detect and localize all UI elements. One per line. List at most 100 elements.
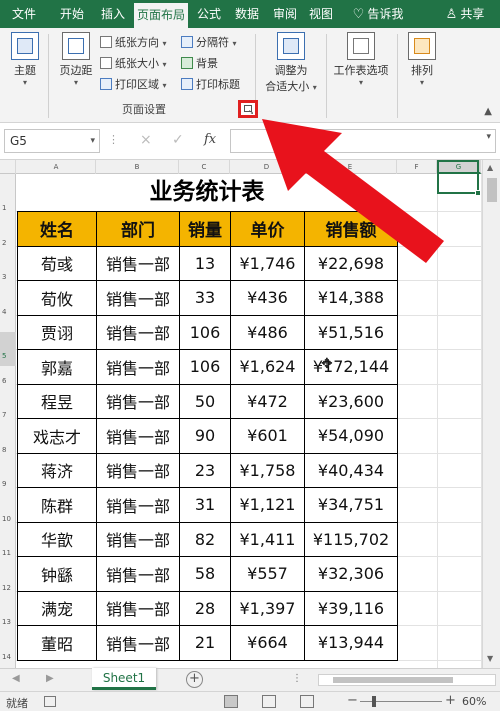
name-cell[interactable]: 陈群 xyxy=(17,487,97,523)
sales-amount-cell[interactable]: ¥32,306 xyxy=(304,556,398,592)
row-header[interactable]: 12 xyxy=(0,584,16,592)
tab-view[interactable]: 视图 xyxy=(304,0,338,28)
header-cell-quantity[interactable]: 销量 xyxy=(179,211,231,247)
column-header[interactable]: C xyxy=(179,160,230,174)
row-header[interactable]: 7 xyxy=(0,411,16,419)
vertical-scrollbar[interactable]: ▲ ▼ xyxy=(482,160,500,668)
sales-amount-cell[interactable]: ¥115,702 xyxy=(304,521,398,557)
department-cell[interactable]: 销售一部 xyxy=(96,383,180,419)
quantity-cell[interactable]: 33 xyxy=(179,280,231,316)
name-cell[interactable]: 董昭 xyxy=(17,625,97,661)
page-setup-dialog-launcher[interactable]: ↘ xyxy=(238,100,258,118)
scroll-down-icon[interactable]: ▼ xyxy=(487,654,493,663)
header-cell-unit-price[interactable]: 单价 xyxy=(230,211,305,247)
name-cell[interactable]: 满宠 xyxy=(17,590,97,626)
department-cell[interactable]: 销售一部 xyxy=(96,487,180,523)
scroll-up-icon[interactable]: ▲ xyxy=(487,163,493,172)
department-cell[interactable]: 销售一部 xyxy=(96,418,180,454)
tab-split-icon[interactable]: ⋮ xyxy=(292,673,302,684)
row-header[interactable]: 1 xyxy=(0,204,16,212)
print-titles-button[interactable]: 打印标题 xyxy=(181,76,240,94)
quantity-cell[interactable]: 50 xyxy=(179,383,231,419)
name-cell[interactable]: 贾诩 xyxy=(17,314,97,350)
unit-price-cell[interactable]: ¥1,121 xyxy=(230,487,305,523)
tab-home[interactable]: 开始 xyxy=(52,0,92,28)
name-cell[interactable]: 钟繇 xyxy=(17,556,97,592)
header-cell-sales-amount[interactable]: 销售额 xyxy=(304,211,398,247)
column-header[interactable]: E xyxy=(304,160,397,174)
tab-page-layout[interactable]: 页面布局 xyxy=(134,3,188,28)
page-layout-view-button[interactable] xyxy=(262,695,276,708)
share-button[interactable]: ♙ 共享 xyxy=(434,0,496,28)
quantity-cell[interactable]: 82 xyxy=(179,521,231,557)
scale-to-fit-button[interactable]: 调整为 合适大小 ▾ xyxy=(260,32,322,94)
name-cell[interactable]: 郭嘉 xyxy=(17,349,97,385)
hscroll-thumb[interactable] xyxy=(333,677,453,683)
department-cell[interactable]: 销售一部 xyxy=(96,245,180,281)
zoom-slider[interactable] xyxy=(360,696,442,707)
column-header[interactable]: A xyxy=(17,160,96,174)
unit-price-cell[interactable]: ¥1,758 xyxy=(230,452,305,488)
breaks-button[interactable]: 分隔符 ▾ xyxy=(181,34,237,52)
name-cell[interactable]: 华歆 xyxy=(17,521,97,557)
themes-button[interactable]: 主题 ▾ xyxy=(8,32,42,87)
name-cell[interactable]: 戏志才 xyxy=(17,418,97,454)
name-cell[interactable]: 程昱 xyxy=(17,383,97,419)
selected-cell-g5[interactable] xyxy=(437,160,481,196)
sheet-title-cell[interactable]: 业务统计表 xyxy=(17,174,397,211)
arrange-button[interactable]: 排列 ▾ xyxy=(402,32,442,87)
sales-amount-cell[interactable]: ¥22,698 xyxy=(304,245,398,281)
quantity-cell[interactable]: 106 xyxy=(179,314,231,350)
tab-review[interactable]: 审阅 xyxy=(268,0,302,28)
department-cell[interactable]: 销售一部 xyxy=(96,349,180,385)
header-cell-department[interactable]: 部门 xyxy=(96,211,180,247)
unit-price-cell[interactable]: ¥557 xyxy=(230,556,305,592)
row-header-selected[interactable]: 5 xyxy=(0,332,16,366)
row-header[interactable]: 3 xyxy=(0,273,16,281)
scroll-thumb[interactable] xyxy=(487,178,497,202)
column-header[interactable]: D xyxy=(230,160,304,174)
quantity-cell[interactable]: 90 xyxy=(179,418,231,454)
sales-amount-cell[interactable]: ¥51,516 xyxy=(304,314,398,350)
expand-formula-icon[interactable]: ▾ xyxy=(486,132,491,142)
orientation-button[interactable]: 纸张方向 ▾ xyxy=(100,34,167,52)
next-sheet-icon[interactable]: ▶ xyxy=(46,673,54,684)
unit-price-cell[interactable]: ¥1,397 xyxy=(230,590,305,626)
quantity-cell[interactable]: 106 xyxy=(179,349,231,385)
sales-amount-cell[interactable]: ¥40,434 xyxy=(304,452,398,488)
zoom-out-button[interactable]: − xyxy=(347,693,358,708)
sales-amount-cell[interactable]: ¥34,751 xyxy=(304,487,398,523)
sales-amount-cell[interactable]: ¥23,600 xyxy=(304,383,398,419)
page-break-preview-button[interactable] xyxy=(300,695,314,708)
row-header[interactable]: 8 xyxy=(0,446,16,454)
row-header[interactable]: 2 xyxy=(0,239,16,247)
normal-view-button[interactable] xyxy=(224,695,238,708)
unit-price-cell[interactable]: ¥436 xyxy=(230,280,305,316)
department-cell[interactable]: 销售一部 xyxy=(96,556,180,592)
quantity-cell[interactable]: 23 xyxy=(179,452,231,488)
horizontal-scrollbar[interactable] xyxy=(318,674,496,686)
tab-formulas[interactable]: 公式 xyxy=(192,0,226,28)
department-cell[interactable]: 销售一部 xyxy=(96,590,180,626)
tab-insert[interactable]: 插入 xyxy=(94,0,132,28)
department-cell[interactable]: 销售一部 xyxy=(96,280,180,316)
unit-price-cell[interactable]: ¥486 xyxy=(230,314,305,350)
sheet-tab-sheet1[interactable]: Sheet1 xyxy=(92,668,156,690)
row-header[interactable]: 11 xyxy=(0,549,16,557)
print-area-button[interactable]: 打印区域 ▾ xyxy=(100,76,167,94)
unit-price-cell[interactable]: ¥472 xyxy=(230,383,305,419)
background-button[interactable]: 背景 xyxy=(181,55,218,73)
sales-amount-cell[interactable]: ¥39,116 xyxy=(304,590,398,626)
quantity-cell[interactable]: 58 xyxy=(179,556,231,592)
sheet-options-button[interactable]: 工作表选项 ▾ xyxy=(330,32,392,87)
unit-price-cell[interactable]: ¥601 xyxy=(230,418,305,454)
tab-file[interactable]: 文件 xyxy=(2,0,46,28)
collapse-ribbon-icon[interactable]: ▲ xyxy=(484,106,492,117)
sales-amount-cell[interactable]: ¥13,944 xyxy=(304,625,398,661)
add-sheet-button[interactable]: + xyxy=(186,671,203,688)
size-button[interactable]: 纸张大小 ▾ xyxy=(100,55,167,73)
formula-input[interactable]: ▾ xyxy=(230,129,496,153)
row-header[interactable]: 4 xyxy=(0,308,16,316)
sales-amount-cell[interactable]: ¥54,090 xyxy=(304,418,398,454)
row-header[interactable]: 14 xyxy=(0,653,16,661)
